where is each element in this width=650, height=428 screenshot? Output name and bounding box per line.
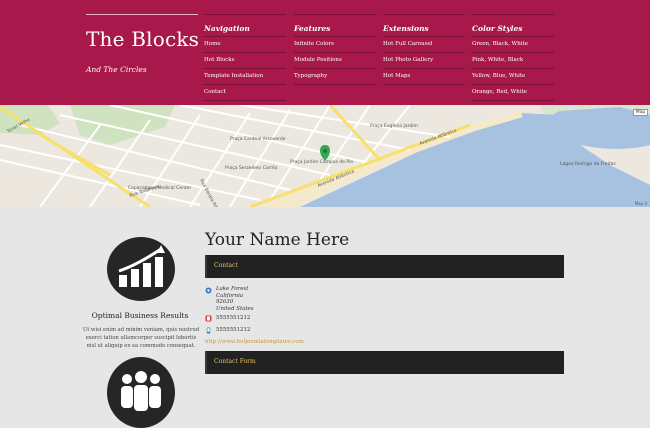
menu-item-infinite-colors[interactable]: Infinite Colors xyxy=(294,37,376,53)
contact-phone: 5555551212 xyxy=(216,315,251,321)
contact-bar[interactable]: Contact xyxy=(205,255,564,278)
site-logo[interactable]: The Blocks xyxy=(86,27,199,51)
map-label: Praça Cardeal Arcoverde xyxy=(230,136,286,142)
menu-item-home[interactable]: Home xyxy=(204,37,286,53)
menu-column-color-styles: Color Styles Green, Black, White Pink, W… xyxy=(472,14,554,101)
address-line: Lake Forest xyxy=(216,286,249,292)
mobile-icon xyxy=(206,327,211,334)
menu-heading: Extensions xyxy=(383,24,465,37)
contact-form-bar[interactable]: Contact Form xyxy=(205,351,564,374)
map-label: Lagoa Rodrigo de Freitas xyxy=(560,161,616,167)
contact-bar-label: Contact xyxy=(214,262,238,269)
address-icon xyxy=(205,287,212,294)
page-title: Your Name Here xyxy=(205,230,350,250)
contact-mobile: 5555551212 xyxy=(216,327,251,333)
map-label: Praça Eugênio Jardim xyxy=(370,122,418,129)
site-tagline: And The Circles xyxy=(86,65,147,74)
menu-item-module-positions[interactable]: Module Positions xyxy=(294,53,376,69)
logo-rule xyxy=(86,14,198,15)
team-icon xyxy=(107,357,175,428)
site-header: The Blocks And The Circles Navigation Ho… xyxy=(0,0,650,105)
menu-heading: Features xyxy=(294,24,376,37)
menu-item-orange-red-white[interactable]: Orange, Red, White xyxy=(472,85,554,101)
address-line: United States xyxy=(216,305,254,312)
contact-address: Lake Forest California 92630 United Stat… xyxy=(216,286,253,312)
contact-form-label: Contact Form xyxy=(214,358,256,365)
google-map[interactable]: Avenida Atlântica Avenida Atlântica Rua … xyxy=(0,105,650,207)
map-label: Copacabana Medical Center xyxy=(128,185,191,191)
map-label: Praça Jardim Campos de Pio xyxy=(290,159,353,165)
map-label: Praça Serzedelo Corrêa xyxy=(225,164,278,171)
menu-item-typography[interactable]: Typography xyxy=(294,69,376,85)
menu-heading: Navigation xyxy=(204,24,286,37)
menu-item-hot-full-carousel[interactable]: Hot Full Carousel xyxy=(383,37,465,53)
map-canvas[interactable]: Avenida Atlântica Avenida Atlântica Rua … xyxy=(0,105,650,207)
contact-website-link[interactable]: http://www.hotjoomlatemplates.com xyxy=(205,339,304,345)
phone-icon xyxy=(205,315,212,322)
menu-column-features: Features Infinite Colors Module Position… xyxy=(294,14,376,85)
map-credit: Map d xyxy=(634,201,647,206)
menu-column-navigation: Navigation Home Hot Blocks Template Inst… xyxy=(204,14,286,101)
menu-item-template-installation[interactable]: Template Installation xyxy=(204,69,286,85)
menu-item-pink-white-black[interactable]: Pink, White, Black xyxy=(472,53,554,69)
map-type-button[interactable]: Map xyxy=(633,109,648,116)
menu-item-green-black-white[interactable]: Green, Black, White xyxy=(472,37,554,53)
menu-item-contact[interactable]: Contact xyxy=(204,85,286,101)
menu-column-extensions: Extensions Hot Full Carousel Hot Photo G… xyxy=(383,14,465,85)
sidebar-title: Optimal Business Results xyxy=(91,311,189,320)
menu-item-yellow-blue-white[interactable]: Yellow, Blue, White xyxy=(472,69,554,85)
menu-item-hot-maps[interactable]: Hot Maps xyxy=(383,69,465,85)
menu-item-hot-photo-gallery[interactable]: Hot Photo Gallery xyxy=(383,53,465,69)
growth-chart-icon xyxy=(107,237,175,301)
menu-item-hot-blocks[interactable]: Hot Blocks xyxy=(204,53,286,69)
menu-heading: Color Styles xyxy=(472,24,554,37)
sidebar-text: Ut wisi enim ad minim veniam, quis nostr… xyxy=(82,327,200,349)
